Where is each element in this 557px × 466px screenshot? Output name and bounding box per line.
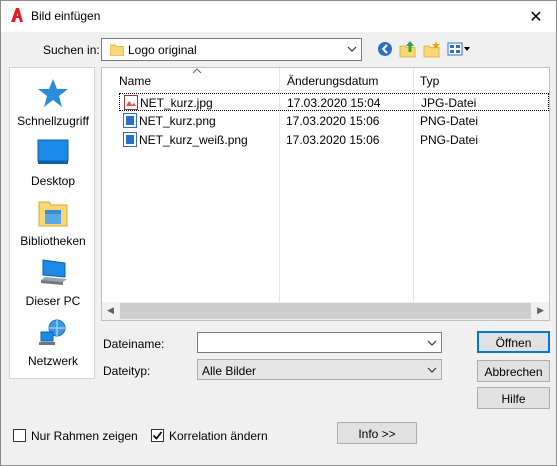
place-label: Bibliotheken bbox=[20, 234, 86, 248]
file-row[interactable]: NET_kurz_weiß.png 17.03.2020 15:06 PNG-D… bbox=[119, 131, 549, 149]
cancel-button[interactable]: Abbrechen bbox=[477, 360, 550, 382]
correlation-label: Korrelation ändern bbox=[169, 429, 268, 443]
new-folder-icon bbox=[423, 41, 440, 58]
png-file-icon bbox=[123, 113, 137, 128]
file-date: 17.03.2020 15:06 bbox=[286, 133, 380, 147]
network-icon bbox=[39, 319, 66, 345]
help-button[interactable]: Hilfe bbox=[477, 387, 550, 409]
view-menu-button[interactable] bbox=[446, 39, 472, 59]
column-type-label: Typ bbox=[420, 74, 440, 88]
folder-icon bbox=[110, 44, 124, 56]
frame-only-label: Nur Rahmen zeigen bbox=[31, 429, 138, 443]
place-label: Schnellzugriff bbox=[17, 114, 89, 128]
column-header-name[interactable]: Name bbox=[119, 68, 279, 92]
desktop-icon bbox=[37, 139, 69, 164]
place-network[interactable]: Netzwerk bbox=[10, 318, 96, 376]
info-button[interactable]: Info >> bbox=[337, 422, 417, 444]
file-name: NET_kurz.png bbox=[139, 114, 216, 128]
computer-icon bbox=[41, 259, 67, 285]
file-list: Name Änderungsdatum Typ NET_kurz.jpg 17.… bbox=[101, 67, 550, 321]
scrollbar-thumb[interactable] bbox=[120, 303, 531, 319]
open-button[interactable]: Öffnen bbox=[477, 331, 550, 353]
place-quick-access[interactable]: Schnellzugriff bbox=[10, 78, 96, 136]
new-folder-button[interactable] bbox=[422, 39, 442, 59]
up-folder-icon bbox=[399, 41, 416, 58]
chevron-down-icon[interactable] bbox=[427, 338, 437, 348]
scroll-left-icon[interactable]: ◀ bbox=[107, 305, 114, 316]
filetype-value: Alle Bilder bbox=[202, 364, 257, 378]
file-name: NET_kurz.jpg bbox=[140, 96, 213, 110]
libraries-icon bbox=[38, 201, 68, 227]
filename-label: Dateiname: bbox=[103, 337, 165, 351]
title-bar: Bild einfügen ✕ bbox=[1, 1, 556, 32]
jpg-file-icon bbox=[124, 95, 138, 110]
file-type: JPG-Datei bbox=[421, 96, 477, 110]
up-folder-button[interactable] bbox=[398, 39, 418, 59]
place-desktop[interactable]: Desktop bbox=[10, 138, 96, 196]
file-date: 17.03.2020 15:06 bbox=[286, 114, 380, 128]
place-this-pc[interactable]: Dieser PC bbox=[10, 258, 96, 316]
scroll-right-icon[interactable]: ▶ bbox=[537, 305, 544, 316]
star-icon bbox=[38, 79, 68, 107]
place-label: Desktop bbox=[30, 174, 76, 188]
file-name: NET_kurz_weiß.png bbox=[139, 133, 248, 147]
filetype-label: Dateityp: bbox=[103, 364, 151, 378]
close-button[interactable]: ✕ bbox=[516, 1, 556, 32]
column-date-label: Änderungsdatum bbox=[287, 74, 379, 88]
checkbox-box[interactable] bbox=[151, 429, 164, 442]
close-icon: ✕ bbox=[529, 8, 543, 26]
look-in-dropdown[interactable]: Logo original bbox=[101, 38, 362, 61]
place-label: Netzwerk bbox=[27, 354, 78, 368]
column-header-date[interactable]: Änderungsdatum bbox=[287, 68, 412, 92]
filetype-dropdown[interactable]: Alle Bilder bbox=[197, 359, 442, 380]
file-type: PNG-Datei bbox=[420, 114, 479, 128]
place-label: Dieser PC bbox=[25, 294, 81, 308]
column-name-label: Name bbox=[119, 74, 152, 88]
filename-combobox[interactable] bbox=[197, 332, 442, 353]
place-libraries[interactable]: Bibliotheken bbox=[10, 198, 96, 256]
horizontal-scrollbar[interactable]: ◀ ▶ bbox=[102, 302, 549, 320]
checkmark-icon bbox=[152, 431, 163, 440]
file-row[interactable]: NET_kurz.png 17.03.2020 15:06 PNG-Datei bbox=[119, 112, 549, 130]
filename-input[interactable] bbox=[200, 335, 420, 350]
file-row[interactable]: NET_kurz.jpg 17.03.2020 15:04 JPG-Datei bbox=[119, 93, 549, 111]
chevron-down-icon bbox=[427, 367, 437, 373]
back-arrow-icon bbox=[378, 42, 392, 56]
back-button[interactable] bbox=[375, 39, 395, 59]
file-type: PNG-Datei bbox=[420, 133, 479, 147]
file-date: 17.03.2020 15:04 bbox=[287, 96, 381, 110]
dialog-title: Bild einfügen bbox=[31, 9, 101, 23]
chevron-down-icon bbox=[347, 46, 357, 52]
column-header-type[interactable]: Typ bbox=[420, 68, 520, 92]
look-in-label: Suchen in: bbox=[43, 43, 100, 57]
view-grid-icon bbox=[447, 42, 470, 56]
checkbox-box[interactable] bbox=[13, 429, 26, 442]
autocad-logo-icon bbox=[11, 8, 23, 22]
png-file-icon bbox=[123, 132, 137, 147]
places-bar: Schnellzugriff Desktop Bibliotheken Dies… bbox=[9, 67, 95, 379]
look-in-value: Logo original bbox=[128, 43, 197, 57]
insert-image-dialog: Bild einfügen ✕ Suchen in: Logo original bbox=[0, 0, 557, 466]
